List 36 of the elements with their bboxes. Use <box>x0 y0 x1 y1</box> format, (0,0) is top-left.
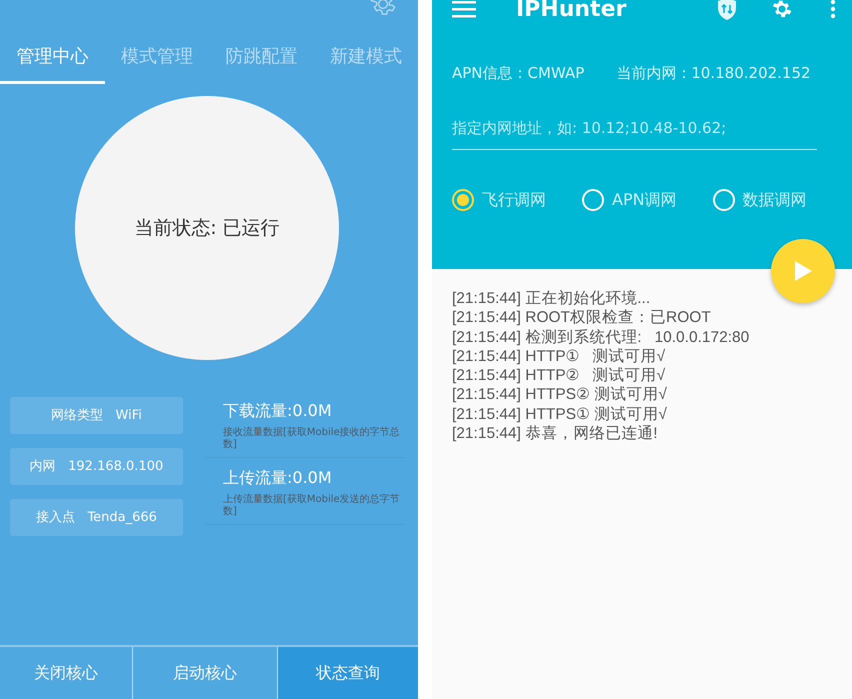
log-line: [21:15:44] 检测到系统代理: 10.0.0.172:80 <box>452 328 750 347</box>
radio-option[interactable]: 数据调网 <box>712 188 807 212</box>
radio-icon[interactable] <box>452 189 474 211</box>
tab[interactable]: 防跳配置 <box>209 36 314 84</box>
more-icon[interactable] <box>830 0 836 19</box>
menu-icon[interactable] <box>452 0 476 18</box>
status-text: 当前状态: 已运行 <box>134 216 280 241</box>
traffic-title: 上传流量:0.0M <box>223 467 333 489</box>
intranet-info: 当前内网：10.180.202.152 <box>616 63 811 84</box>
radio-option[interactable]: APN调网 <box>582 188 677 212</box>
radio-label: 飞行调网 <box>482 189 546 211</box>
log-line: [21:15:44] ROOT权限检查：已ROOT <box>452 308 712 328</box>
play-icon <box>793 260 813 282</box>
radio-option[interactable]: 飞行调网 <box>452 188 546 212</box>
info-button[interactable]: 接入点 Tenda_666 <box>10 499 183 536</box>
radio-label: APN调网 <box>612 189 677 211</box>
tab[interactable]: 管理中心 <box>0 36 104 84</box>
start-button[interactable] <box>771 239 835 303</box>
intranet-field[interactable]: 指定内网地址，如: 10.12;10.48-10.62; <box>452 110 817 150</box>
log-line: [21:15:44] HTTP① 测试可用√ <box>452 346 666 366</box>
log-line: [21:15:44] HTTP② 测试可用√ <box>452 366 666 386</box>
tab[interactable]: 模式管理 <box>104 36 209 84</box>
log-line: [21:15:44] HTTPS① 测试可用√ <box>452 404 668 424</box>
log-line: [21:15:44] 正在初始化环境... <box>452 289 652 308</box>
log-line: [21:15:44] HTTPS② 测试可用√ <box>452 385 668 405</box>
info-button[interactable]: 网络类型 WiFi <box>10 397 183 434</box>
shield-icon[interactable] <box>716 0 738 21</box>
info-button[interactable]: 内网 192.168.0.100 <box>10 448 183 485</box>
apn-info: APN信息：CMWAP <box>452 63 584 84</box>
traffic-description: 上传流量数据[获取Mobile发送的总字节数] <box>223 494 401 518</box>
core-button[interactable]: 状态查询 <box>278 647 418 699</box>
traffic-title: 下载流量:0.0M <box>223 400 333 422</box>
tab[interactable]: 新建模式 <box>314 36 418 84</box>
radio-label: 数据调网 <box>742 189 807 211</box>
traffic-description: 接收流量数据[获取Mobile接收的字节总数] <box>223 427 401 451</box>
log-line: [21:15:44] 恭喜，网络已连通! <box>452 424 659 444</box>
